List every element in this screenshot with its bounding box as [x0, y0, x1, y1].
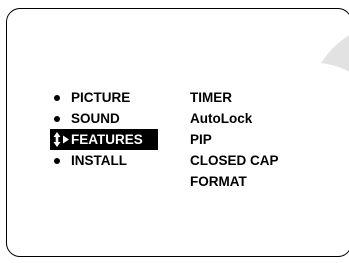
- menu-item-label: PICTURE: [71, 90, 131, 105]
- menu-item-picture[interactable]: PICTURE: [51, 87, 181, 108]
- menu-item-install[interactable]: INSTALL: [51, 150, 181, 171]
- screen-glare-decoration: [321, 35, 349, 72]
- menu-item-label: FEATURES: [71, 132, 143, 147]
- submenu-item-pip[interactable]: PIP: [190, 129, 345, 150]
- bullet-icon: [54, 116, 60, 122]
- menu-item-label: SOUND: [71, 111, 120, 126]
- menu-item-features[interactable]: FEATURES: [50, 129, 158, 150]
- submenu-item-label: TIMER: [190, 90, 232, 105]
- bullet-icon: [54, 95, 60, 101]
- main-menu: PICTURE SOUND FEATURES INSTALL: [50, 87, 181, 171]
- submenu-item-label: AutoLock: [190, 111, 253, 126]
- submenu-item-label: FORMAT: [190, 174, 247, 189]
- submenu-item-label: PIP: [190, 132, 212, 147]
- up-down-right-arrows-icon: [53, 132, 69, 147]
- menu-item-sound[interactable]: SOUND: [51, 108, 181, 129]
- submenu-item-timer[interactable]: TIMER: [190, 87, 345, 108]
- bullet-icon: [54, 158, 60, 164]
- submenu-item-closed-cap[interactable]: CLOSED CAP: [190, 150, 345, 171]
- submenu-item-autolock[interactable]: AutoLock: [190, 108, 345, 129]
- submenu-item-format[interactable]: FORMAT: [190, 171, 345, 192]
- submenu-item-label: CLOSED CAP: [190, 153, 279, 168]
- features-submenu: TIMER AutoLock PIP CLOSED CAP FORMAT: [190, 87, 345, 192]
- menu-item-label: INSTALL: [71, 153, 127, 168]
